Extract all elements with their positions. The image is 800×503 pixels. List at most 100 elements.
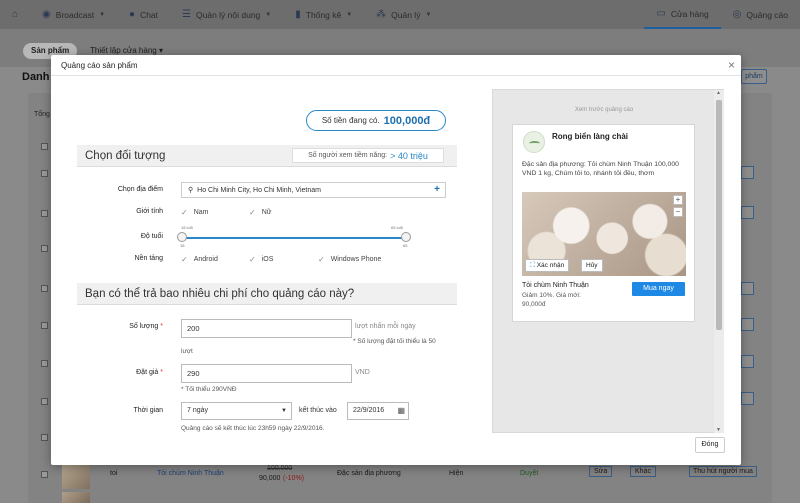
platform-windows-checkbox[interactable]: ✓ Windows Phone bbox=[318, 255, 381, 264]
check-icon: ✓ bbox=[249, 255, 256, 264]
balance-label: Số tiền đang có. bbox=[321, 116, 380, 125]
nav-chat-label: Chat bbox=[140, 9, 159, 20]
row-action-button[interactable] bbox=[741, 355, 754, 368]
accept-crop-button[interactable]: ⛶ Xác nhận bbox=[525, 259, 570, 272]
price-label-text: Đặt giá bbox=[136, 369, 159, 376]
duration-value: 7 ngày bbox=[187, 407, 209, 414]
zoom-out-icon[interactable]: − bbox=[673, 207, 683, 217]
row-more-button[interactable]: Khác bbox=[630, 466, 656, 477]
row-action-button[interactable] bbox=[741, 282, 754, 295]
zoom-in-icon[interactable]: + bbox=[673, 195, 683, 205]
age-slider-track[interactable] bbox=[181, 237, 407, 239]
store-icon: ▭ bbox=[656, 8, 666, 19]
chevron-down-icon: ▼ bbox=[346, 11, 353, 18]
preview-discount: Giảm 10%. Giá mới: bbox=[522, 292, 581, 299]
nav-content[interactable]: ☰ Quản lý nội dung ▼ bbox=[170, 0, 283, 29]
row-promote-button[interactable]: Thu hút người mua bbox=[689, 466, 757, 477]
end-date-input[interactable]: 22/9/2016 ▦ bbox=[347, 402, 409, 420]
nav-broadcast-label: Broadcast bbox=[55, 9, 95, 20]
nav-broadcast[interactable]: ◉ Broadcast ▼ bbox=[30, 0, 117, 29]
row-status: Duyệt bbox=[520, 470, 539, 477]
cancel-crop-button[interactable]: Hủy bbox=[581, 259, 603, 272]
duration-select[interactable]: 7 ngày ▼ bbox=[181, 402, 292, 420]
nav-content-label: Quản lý nội dung bbox=[196, 9, 261, 20]
audience-heading: Chọn đối tượng bbox=[85, 150, 166, 162]
ad-preview-panel: Xem trước quảng cáo Rong biển làng chài … bbox=[492, 89, 724, 433]
row-checkbox[interactable] bbox=[41, 398, 48, 405]
gender-female-checkbox[interactable]: ✓ Nữ bbox=[249, 208, 271, 217]
platform-ios-checkbox[interactable]: ✓ iOS bbox=[249, 255, 273, 264]
row-checkbox[interactable] bbox=[41, 322, 48, 329]
check-icon: ✓ bbox=[181, 208, 188, 217]
price-unit: VND bbox=[355, 369, 370, 376]
scroll-up-icon[interactable]: ▲ bbox=[716, 90, 721, 96]
required-mark: * bbox=[160, 323, 163, 330]
row-action-button[interactable] bbox=[741, 166, 754, 179]
nav-stats[interactable]: ▮ Thống kê ▼ bbox=[283, 0, 364, 29]
product-thumbnail bbox=[62, 492, 90, 503]
buy-now-button[interactable]: Mua ngay bbox=[632, 282, 685, 296]
row-checkbox[interactable] bbox=[41, 285, 48, 292]
platform-android-label: Android bbox=[193, 256, 218, 263]
nav-stats-label: Thống kê bbox=[305, 9, 342, 20]
chat-icon: ● bbox=[129, 9, 136, 20]
row-edit-button[interactable]: Sửa bbox=[589, 466, 613, 477]
add-product-button[interactable]: phẩm bbox=[741, 69, 767, 84]
close-icon[interactable]: × bbox=[728, 58, 735, 72]
row-action-button[interactable] bbox=[741, 206, 754, 219]
age-min-handle[interactable] bbox=[177, 232, 187, 242]
row-action-button[interactable] bbox=[741, 392, 754, 405]
check-icon: ✓ bbox=[318, 255, 325, 264]
age-max-caption: 65 tuổi bbox=[391, 225, 404, 230]
nav-chat[interactable]: ● Chat bbox=[117, 0, 170, 29]
add-location-icon[interactable]: + bbox=[434, 184, 440, 195]
nav-ads[interactable]: ◎ Quảng cáo bbox=[721, 0, 800, 29]
quantity-label: Số lượng * bbox=[93, 323, 163, 330]
scrollbar-thumb[interactable] bbox=[716, 100, 722, 330]
table-row: toi Tỏi chùm Ninh Thuận 100,000 90,000 (… bbox=[52, 462, 782, 488]
preview-product-name: Tỏi chùm Ninh Thuận bbox=[522, 282, 589, 289]
age-max-value: 65 bbox=[403, 243, 408, 248]
nav-manage[interactable]: ⁂ Quản lý ▼ bbox=[364, 0, 443, 29]
ads-icon: ◎ bbox=[732, 9, 742, 20]
row-checkbox[interactable] bbox=[41, 170, 48, 177]
location-value: Ho Chi Minh City, Ho Chi Minh, Vietnam bbox=[197, 186, 321, 194]
row-product-name[interactable]: Tỏi chùm Ninh Thuận bbox=[157, 470, 224, 477]
close-button[interactable]: Đóng bbox=[695, 437, 725, 453]
row-checkbox[interactable] bbox=[41, 360, 48, 367]
nav-store[interactable]: ▭ Cửa hàng bbox=[644, 0, 721, 29]
gender-male-checkbox[interactable]: ✓ Nam bbox=[181, 208, 208, 217]
gender-label: Giới tính bbox=[136, 208, 163, 215]
ad-modal: Quảng cáo sản phẩm × Số tiền đang có. 10… bbox=[51, 55, 741, 465]
row-new-price: 90,000 bbox=[259, 475, 281, 482]
grid-icon: ⁂ bbox=[376, 9, 387, 20]
location-input[interactable]: ⚲ Ho Chi Minh City, Ho Chi Minh, Vietnam… bbox=[181, 182, 446, 198]
end-label: kết thúc vào bbox=[299, 407, 337, 414]
top-navigation: ⌂ ◉ Broadcast ▼ ● Chat ☰ Quản lý nội dung ▼ ▮… bbox=[0, 0, 800, 29]
quantity-note-2: lượt bbox=[181, 348, 193, 355]
required-mark: * bbox=[160, 369, 163, 376]
age-max-handle[interactable] bbox=[401, 232, 411, 242]
price-label: Đặt giá * bbox=[93, 369, 163, 376]
preview-new-price: 90,000đ bbox=[522, 301, 546, 308]
row-checkbox[interactable] bbox=[41, 434, 48, 441]
budget-heading: Bạn có thể trả bao nhiêu chi phí cho quả… bbox=[85, 288, 355, 300]
nav-store-label: Cửa hàng bbox=[670, 8, 709, 19]
calendar-icon[interactable]: ▦ bbox=[397, 403, 405, 419]
preview-scrollbar[interactable]: ▲ ▼ bbox=[714, 90, 724, 433]
price-note: * Tối thiểu 290VNĐ bbox=[181, 386, 237, 393]
ad-description: Đặc sản địa phương: Tỏi chùm Ninh Thuận … bbox=[522, 161, 679, 177]
nav-manage-label: Quản lý bbox=[391, 9, 421, 20]
nav-home[interactable]: ⌂ bbox=[0, 0, 30, 29]
price-input[interactable]: 290 bbox=[181, 364, 352, 383]
row-checkbox[interactable] bbox=[41, 210, 48, 217]
row-checkbox[interactable] bbox=[41, 245, 48, 252]
quantity-unit: lượt nhấn mỗi ngày bbox=[355, 323, 416, 330]
row-checkbox[interactable] bbox=[41, 471, 48, 478]
platform-android-checkbox[interactable]: ✓ Android bbox=[181, 255, 218, 264]
quantity-input[interactable]: 200 bbox=[181, 319, 352, 338]
row-checkbox[interactable] bbox=[41, 143, 48, 150]
scroll-down-icon[interactable]: ▼ bbox=[716, 427, 721, 433]
location-pin-icon: ⚲ bbox=[188, 187, 194, 194]
row-action-button[interactable] bbox=[741, 318, 754, 331]
